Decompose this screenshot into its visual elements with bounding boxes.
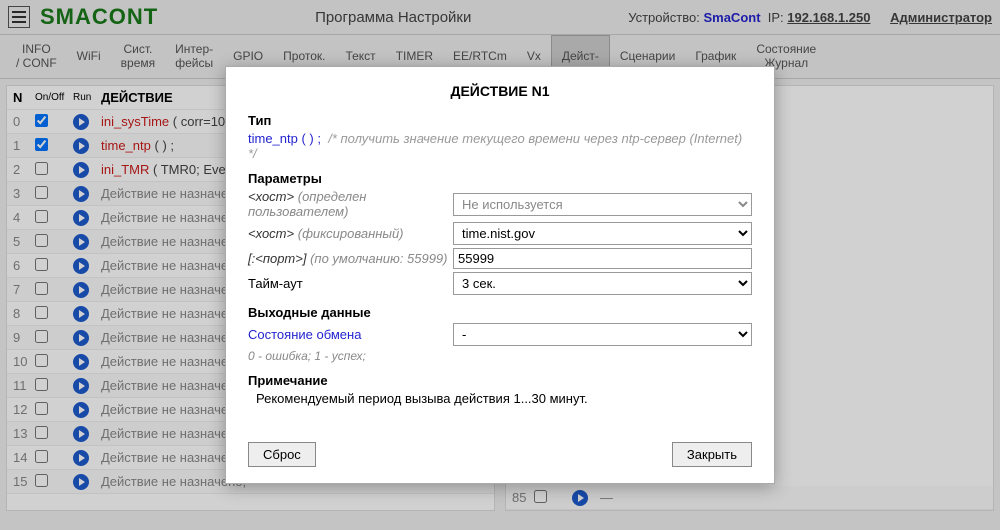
- port-input[interactable]: [453, 248, 752, 269]
- host-fixed-hint: (фиксированный): [298, 226, 404, 241]
- modal-title: ДЕЙСТВИЕ N1: [248, 83, 752, 99]
- note-section-label: Примечание: [248, 373, 752, 388]
- out-status-select[interactable]: -: [453, 323, 752, 346]
- out-section-label: Выходные данные: [248, 305, 752, 320]
- type-comment: /* получить значение текущего времени че…: [248, 131, 742, 161]
- type-function: time_ntp ( ) ;: [248, 131, 321, 146]
- port-hint: (по умолчанию: 55999): [310, 251, 447, 266]
- host-user-label: <хост>: [248, 189, 294, 204]
- host-fixed-select[interactable]: time.nist.gov: [453, 222, 752, 245]
- reset-button[interactable]: Сброс: [248, 442, 316, 467]
- port-label: [:<порт>]: [248, 251, 306, 266]
- host-user-select[interactable]: Не используется: [453, 193, 752, 216]
- params-section-label: Параметры: [248, 171, 752, 186]
- note-text: Рекомендуемый период вызыва действия 1..…: [248, 391, 752, 406]
- type-section-label: Тип: [248, 113, 752, 128]
- timeout-select[interactable]: 3 сек.: [453, 272, 752, 295]
- host-fixed-label: <хост>: [248, 226, 294, 241]
- close-button[interactable]: Закрыть: [672, 442, 752, 467]
- action-modal: ДЕЙСТВИЕ N1 Тип time_ntp ( ) ; /* получи…: [225, 66, 775, 484]
- out-status-sub: 0 - ошибка; 1 - успех;: [248, 349, 752, 363]
- out-status-label: Состояние обмена: [248, 327, 453, 342]
- timeout-label: Тайм-аут: [248, 276, 303, 291]
